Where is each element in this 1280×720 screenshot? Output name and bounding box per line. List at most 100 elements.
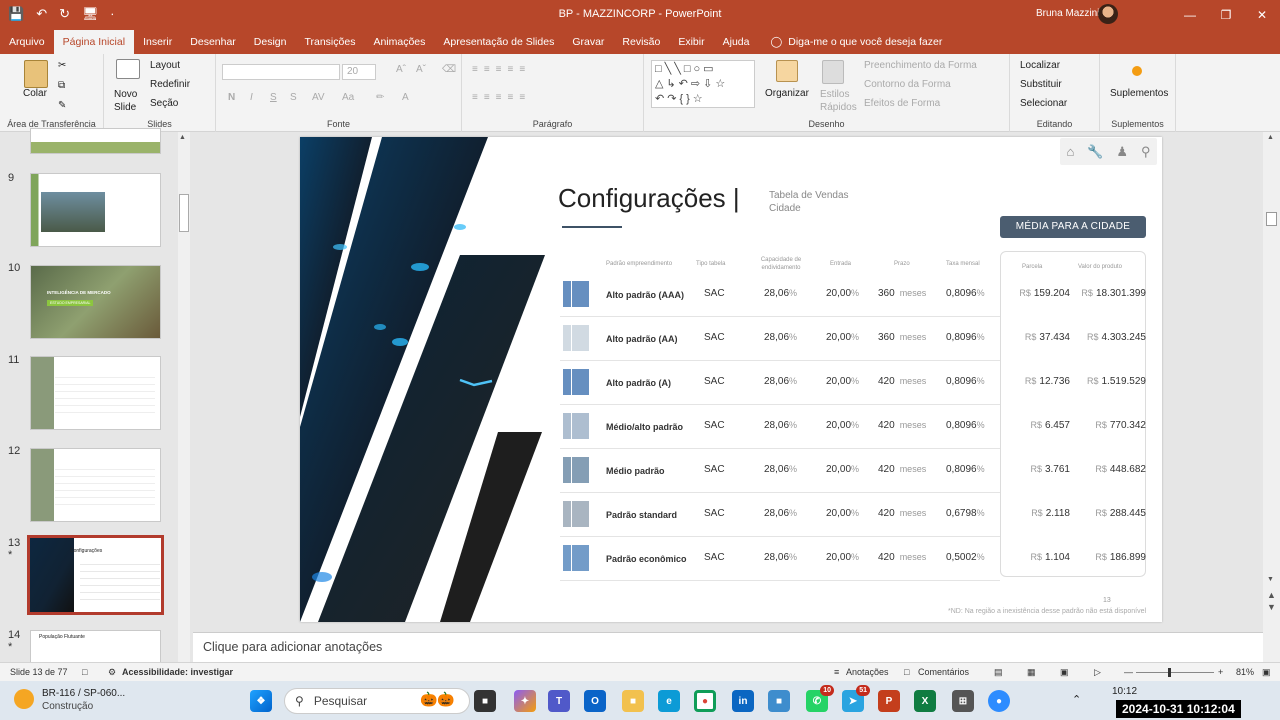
zoom-in-icon[interactable]: + [1218,667,1223,677]
zoom-slider[interactable] [1136,672,1214,673]
scroll-thumb[interactable] [179,194,189,232]
tab-inserir[interactable]: Inserir [134,30,181,54]
tab-design[interactable]: Design [245,30,296,54]
clear-format-icon[interactable]: ⌫ [442,64,456,75]
shape-outline-button[interactable]: Contorno da Forma [864,79,951,90]
find-button[interactable]: Localizar [1020,60,1060,71]
redo-icon[interactable]: ↻ [59,6,70,22]
select-button[interactable]: Selecionar [1020,98,1067,109]
align-icons[interactable]: ≡≡≡≡≡ [472,92,531,103]
shapes-gallery[interactable]: □╲╲□○▭ △↳↶⇨⇩☆ ↶↷{}☆ [651,60,755,108]
tab-pagina-inicial[interactable]: Página Inicial [53,30,135,54]
teams-icon[interactable]: T [548,690,570,712]
scroll-up-icon[interactable]: ▲ [179,134,186,141]
tab-ajuda[interactable]: Ajuda [714,30,759,54]
format-painter-icon[interactable]: ✎ [58,100,66,111]
scroll-thumb[interactable] [1266,212,1277,226]
people-icon[interactable]: ♟ [1116,144,1128,160]
comments-toggle[interactable]: Comentários [918,667,969,677]
normal-view-icon[interactable]: ▤ [994,667,1003,678]
task-view-icon[interactable]: ■ [474,690,496,712]
bold-button[interactable]: N [228,92,235,103]
excel-icon[interactable]: X [914,690,936,712]
calculator-icon[interactable]: ⊞ [952,690,974,712]
zoom-slider-thumb[interactable] [1168,668,1171,677]
tab-arquivo[interactable]: Arquivo [0,30,54,54]
slide-sorter-icon[interactable]: ▦ [1027,667,1036,678]
replace-button[interactable]: Substituir [1020,79,1062,90]
italic-button[interactable]: I [250,92,253,103]
slideshow-icon[interactable]: ▷ [1094,667,1101,678]
underline-button[interactable]: S [270,92,277,103]
slide-thumbnail-9[interactable] [30,173,161,247]
next-slide-icon[interactable]: ▼ [1267,602,1276,612]
accessibility-status[interactable]: Acessibilidade: investigar [122,667,233,677]
slide-scrollbar[interactable]: ▲ ▼ ▲ ▼ [1263,132,1280,662]
font-family-dropdown[interactable] [222,64,340,80]
tab-apresentacao[interactable]: Apresentação de Slides [434,30,563,54]
char-spacing-button[interactable]: AV [312,92,325,103]
undo-icon[interactable]: ↶ [36,6,47,22]
minimize-button[interactable]: — [1172,0,1208,30]
scroll-down-icon[interactable]: ▼ [1267,576,1274,583]
new-slide-button[interactable]: Novo Slide [114,88,144,114]
user-name[interactable]: Bruna Mazzini [1036,8,1099,19]
halloween-icon[interactable]: 🎃🎃 [420,691,455,708]
maximize-button[interactable]: ❐ [1208,0,1244,30]
tab-revisao[interactable]: Revisão [613,30,669,54]
tab-desenhar[interactable]: Desenhar [181,30,245,54]
windows-start-icon[interactable]: ❖ [250,690,272,712]
outlook-icon[interactable]: O [584,690,606,712]
reset-button[interactable]: Redefinir [150,79,190,90]
slide-thumbnail-11[interactable] [30,356,161,430]
tab-animacoes[interactable]: Animações [364,30,434,54]
arrange-icon[interactable] [776,60,798,82]
slide-thumbnail-12[interactable] [30,448,161,522]
telegram-icon[interactable]: ➤ 51 [842,685,870,712]
zoom-app-icon[interactable]: ● [988,690,1010,712]
shape-fill-button[interactable]: Preenchimento da Forma [864,60,977,71]
highlight-icon[interactable]: ✏ [376,92,384,103]
addins-button[interactable]: Suplementos [1110,88,1168,99]
addins-icon[interactable] [1132,66,1142,76]
tab-exibir[interactable]: Exibir [669,30,713,54]
grow-font-icon[interactable]: Aˆ [396,64,406,75]
reading-view-icon[interactable]: ▣ [1060,667,1069,678]
slide-canvas[interactable]: ⌂ 🔧 ♟ ⚲ Configurações | Tabela de Vendas… [300,137,1162,622]
font-color-button[interactable]: A [402,92,409,103]
weather-title[interactable]: BR-116 / SP-060... [42,688,125,699]
quick-styles-icon[interactable] [822,60,844,84]
notes-toggle[interactable]: Anotações [846,667,889,677]
change-case-button[interactable]: Aa [342,92,354,103]
tab-gravar[interactable]: Gravar [563,30,613,54]
file-explorer-icon[interactable]: ■ [622,690,644,712]
slide-thumbnail-14[interactable]: População Flutuante [30,630,161,664]
shadow-button[interactable]: S [290,92,297,103]
font-size-dropdown[interactable]: 20 [342,64,376,80]
section-button[interactable]: Seção [150,98,178,109]
spelling-icon[interactable]: □ [82,667,87,677]
shape-effects-button[interactable]: Efeitos de Forma [864,98,940,109]
clock-time[interactable]: 10:12 [1112,686,1137,697]
new-slide-icon[interactable] [116,59,140,79]
notes-pane[interactable]: Clique para adicionar anotações [193,632,1263,662]
chrome-icon[interactable]: ● [694,690,716,712]
arrange-button[interactable]: Organizar [765,88,809,99]
copilot-icon[interactable]: ✦ [514,690,536,712]
thumbnail-scrollbar[interactable]: ▲ [178,132,190,662]
media-cidade-button[interactable]: MÉDIA PARA A CIDADE [1000,216,1146,238]
shrink-font-icon[interactable]: Aˇ [416,64,426,75]
list-icons[interactable]: ≡≡≡≡≡ [472,64,531,75]
whatsapp-icon[interactable]: ✆ 10 [806,685,834,712]
copy-icon[interactable]: ⧉ [58,80,65,91]
scroll-up-icon[interactable]: ▲ [1267,134,1274,141]
slide-thumbnail-13-selected[interactable]: Configurações [27,535,164,615]
previous-slide-icon[interactable]: ▲ [1267,590,1276,600]
wrench-icon[interactable]: 🔧 [1087,144,1103,160]
cut-icon[interactable]: ✂ [58,60,66,71]
store-icon[interactable]: ■ [768,690,790,712]
present-icon[interactable]: 🖥 [82,6,99,22]
paste-icon[interactable] [24,60,48,88]
layout-button[interactable]: Layout [150,60,180,71]
slide-thumbnail-10[interactable]: INTELIGÊNCIA DE MERCADO ESTUDO EMPRESARI… [30,265,161,339]
